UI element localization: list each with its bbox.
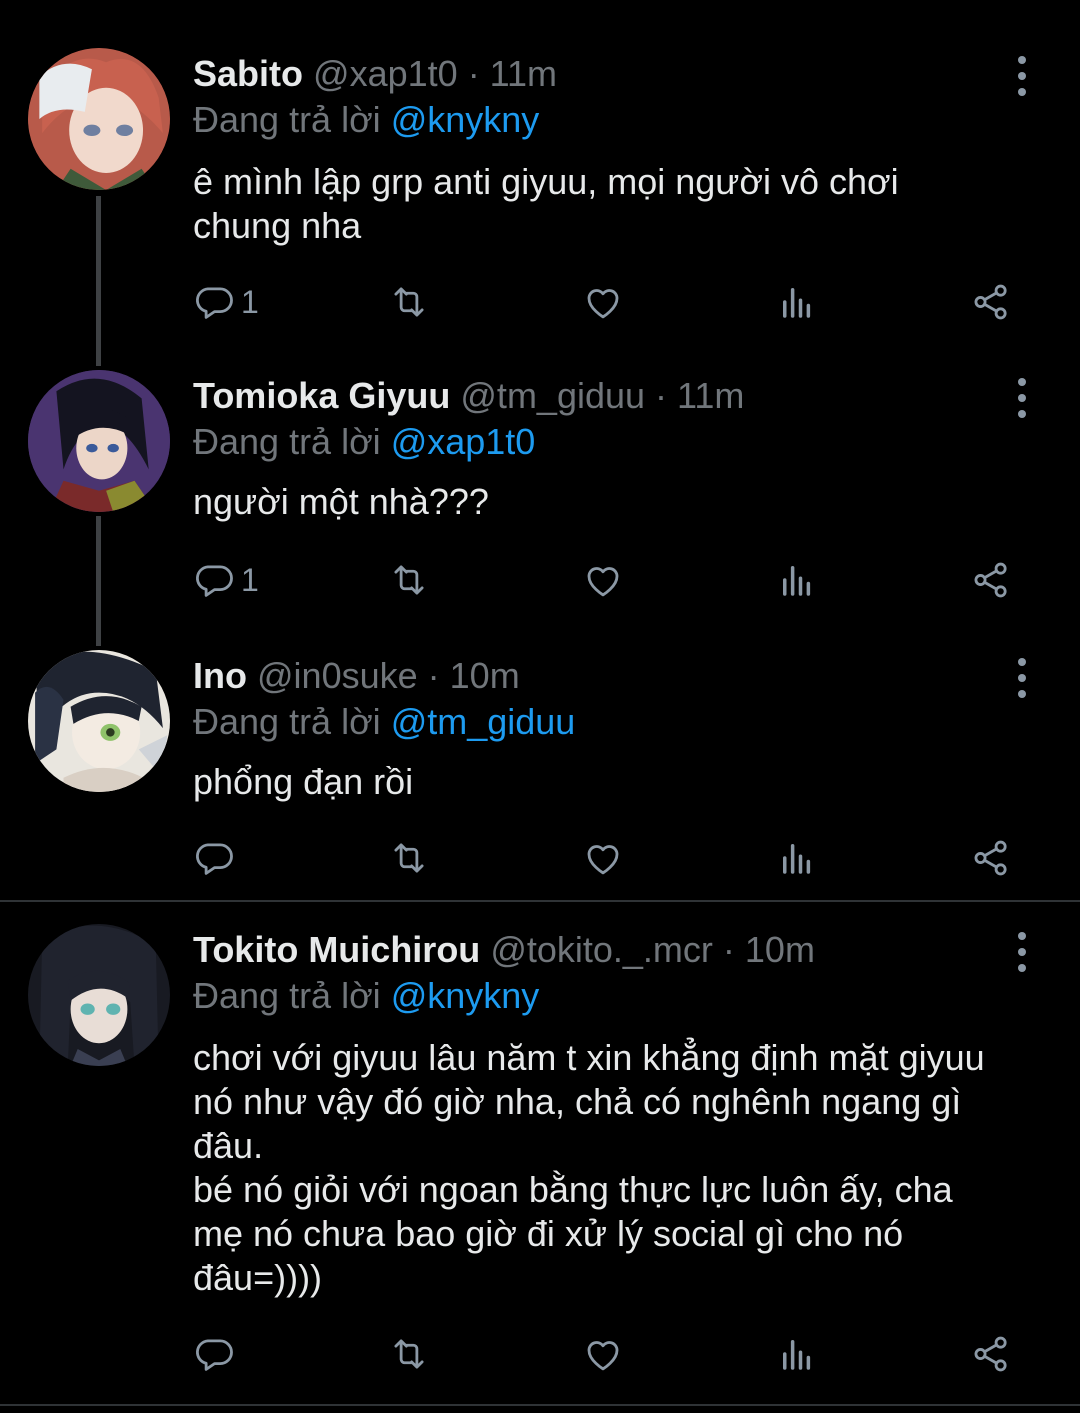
reply-prefix: Đang trả lời: [193, 975, 391, 1016]
reply-context: Đang trả lời @tm_giduu: [193, 700, 575, 744]
retweet-button[interactable]: [388, 280, 430, 324]
analytics-icon: [776, 281, 818, 323]
analytics-button[interactable]: [776, 558, 818, 602]
avatar[interactable]: [28, 370, 170, 512]
retweet-button[interactable]: [388, 1332, 430, 1376]
share-icon: [970, 837, 1012, 879]
mention-link[interactable]: @knykny: [391, 975, 540, 1016]
tweet-actions: 1: [0, 558, 1080, 602]
reply-prefix: Đang trả lời: [193, 701, 391, 742]
reply-count: 1: [241, 561, 259, 598]
tweet-actions: [0, 836, 1080, 880]
avatar[interactable]: [28, 650, 170, 792]
tweet[interactable]: Ino @in0suke · 10m Đang trả lời @tm_gidu…: [0, 640, 1080, 900]
retweet-button[interactable]: [388, 836, 430, 880]
mention-link[interactable]: @tm_giduu: [391, 701, 576, 742]
tweet-text: phổng đạn rồi: [193, 761, 414, 802]
tweet-header: Sabito @xap1t0 · 11m: [193, 52, 557, 96]
share-button[interactable]: [970, 836, 1012, 880]
avatar[interactable]: [28, 48, 170, 190]
mention-link[interactable]: @knykny: [391, 99, 540, 140]
more-options-icon[interactable]: [1012, 56, 1032, 96]
share-button[interactable]: [970, 558, 1012, 602]
reply-icon: [193, 281, 235, 323]
reply-icon: [193, 559, 235, 601]
tweet-actions: 1: [0, 280, 1080, 324]
user-handle[interactable]: @in0suke: [257, 655, 418, 696]
reply-button[interactable]: 1: [193, 280, 259, 324]
reply-button[interactable]: [193, 1332, 241, 1376]
like-icon: [582, 1333, 624, 1375]
analytics-button[interactable]: [776, 836, 818, 880]
tweet-actions: [0, 1332, 1080, 1376]
analytics-button[interactable]: [776, 280, 818, 324]
reply-button[interactable]: 1: [193, 558, 259, 602]
tweet-header: Tokito Muichirou @tokito._.mcr · 10m: [193, 928, 815, 972]
retweet-icon: [388, 281, 430, 323]
retweet-icon: [388, 1333, 430, 1375]
user-handle[interactable]: @tm_giduu: [460, 375, 645, 416]
user-handle[interactable]: @xap1t0: [313, 53, 458, 94]
like-button[interactable]: [582, 1332, 624, 1376]
timestamp[interactable]: · 10m: [428, 655, 520, 696]
reply-context: Đang trả lời @xap1t0: [193, 420, 535, 464]
tweet-text: người một nhà???: [193, 481, 489, 522]
like-icon: [582, 559, 624, 601]
reply-icon: [193, 1333, 235, 1375]
like-icon: [582, 281, 624, 323]
analytics-icon: [776, 559, 818, 601]
reply-prefix: Đang trả lời: [193, 99, 391, 140]
like-icon: [582, 837, 624, 879]
tweet-text: chơi với giyuu lâu năm t xin khẳng định …: [193, 1037, 985, 1298]
like-button[interactable]: [582, 836, 624, 880]
retweet-icon: [388, 837, 430, 879]
display-name[interactable]: Tokito Muichirou: [193, 929, 480, 970]
bottom-divider: [0, 1404, 1080, 1406]
like-button[interactable]: [582, 558, 624, 602]
like-button[interactable]: [582, 280, 624, 324]
share-button[interactable]: [970, 280, 1012, 324]
retweet-icon: [388, 559, 430, 601]
share-icon: [970, 559, 1012, 601]
tweet[interactable]: Sabito @xap1t0 · 11m Đang trả lời @knykn…: [0, 0, 1080, 360]
tweet[interactable]: Tomioka Giyuu @tm_giduu · 11m Đang trả l…: [0, 360, 1080, 640]
reply-button[interactable]: [193, 836, 241, 880]
retweet-button[interactable]: [388, 558, 430, 602]
tweet-header: Ino @in0suke · 10m: [193, 654, 520, 698]
analytics-button[interactable]: [776, 1332, 818, 1376]
display-name[interactable]: Tomioka Giyuu: [193, 375, 450, 416]
display-name[interactable]: Sabito: [193, 53, 303, 94]
reply-icon: [193, 837, 235, 879]
mention-link[interactable]: @xap1t0: [391, 421, 536, 462]
user-handle[interactable]: @tokito._.mcr: [490, 929, 713, 970]
more-options-icon[interactable]: [1012, 378, 1032, 418]
reply-context: Đang trả lời @knykny: [193, 98, 539, 142]
more-options-icon[interactable]: [1012, 658, 1032, 698]
tweet-header: Tomioka Giyuu @tm_giduu · 11m: [193, 374, 744, 418]
tweet[interactable]: Tokito Muichirou @tokito._.mcr · 10m Đan…: [0, 902, 1080, 1402]
timestamp[interactable]: · 11m: [655, 375, 744, 416]
avatar[interactable]: [28, 924, 170, 1066]
reply-context: Đang trả lời @knykny: [193, 974, 539, 1018]
share-button[interactable]: [970, 1332, 1012, 1376]
reply-prefix: Đang trả lời: [193, 421, 391, 462]
display-name[interactable]: Ino: [193, 655, 247, 696]
more-options-icon[interactable]: [1012, 932, 1032, 972]
analytics-icon: [776, 1333, 818, 1375]
timestamp[interactable]: · 10m: [723, 929, 815, 970]
share-icon: [970, 1333, 1012, 1375]
timestamp[interactable]: · 11m: [468, 53, 557, 94]
share-icon: [970, 281, 1012, 323]
reply-count: 1: [241, 283, 259, 320]
tweet-text: ê mình lập grp anti giyuu, mọi người vô …: [193, 161, 899, 246]
analytics-icon: [776, 837, 818, 879]
